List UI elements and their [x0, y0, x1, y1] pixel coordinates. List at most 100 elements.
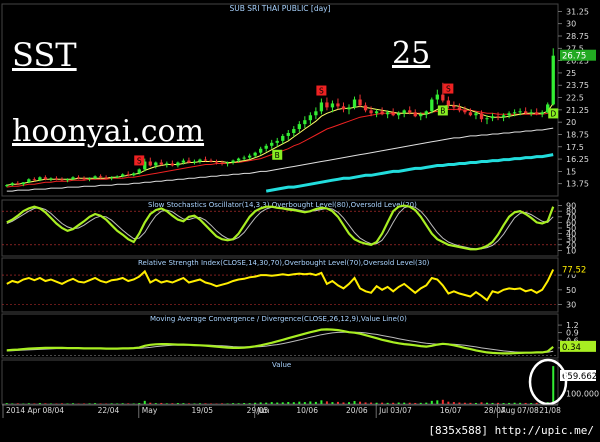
signal-marker-label: D [550, 109, 556, 118]
value-bar [248, 403, 251, 404]
candle-body [485, 118, 489, 120]
candle-body [187, 160, 191, 163]
candle-body [60, 179, 64, 181]
price-axis-tick-label: 13.75 [566, 180, 589, 189]
image-host-credit: [835x588] http://upic.me/ [428, 424, 594, 437]
price-axis-tick-label: 30 [566, 20, 576, 29]
macd-title: Moving Average Convergence / Divergence(… [150, 315, 407, 323]
price-axis-tick-label: 25 [566, 69, 576, 78]
value-bar [60, 403, 63, 404]
price-axis-tick-label: 16.25 [566, 155, 589, 164]
value-bar [193, 403, 196, 404]
x-axis-tick-label: 20/06 [346, 406, 368, 415]
candle-body [402, 110, 406, 114]
value-bar [99, 403, 102, 404]
x-axis-tick-label: May [142, 406, 158, 415]
value-bar [237, 403, 240, 404]
candle-body [413, 112, 417, 117]
value-bar [414, 402, 417, 404]
value-bar [132, 403, 135, 404]
value-bar [508, 402, 511, 404]
candle-body [220, 162, 224, 164]
candle-body [181, 160, 186, 163]
price-axis-tick-label: 28.75 [566, 32, 589, 41]
candle-body [54, 178, 59, 180]
value-bar [281, 402, 284, 404]
signal-marker-label: S [137, 156, 142, 165]
value-bar [353, 401, 356, 404]
value-bar [232, 403, 235, 404]
value-bar [127, 403, 130, 404]
candle-body [518, 111, 522, 113]
value-bar [320, 400, 323, 404]
value-bar [469, 402, 472, 404]
x-axis-tick-label: 21/08 [539, 406, 561, 415]
candle-body [479, 113, 484, 120]
value-title: Value [272, 361, 291, 369]
candle-body [214, 161, 219, 163]
value-bar [276, 402, 279, 404]
value-bar [5, 403, 8, 404]
x-axis-tick-label: 16/07 [440, 406, 462, 415]
value-bar [149, 402, 152, 404]
candle-body [308, 115, 313, 121]
candle-body [253, 152, 257, 156]
candle-body [5, 185, 9, 187]
candle-body [203, 159, 208, 161]
value-bar [336, 401, 339, 404]
candle-body [435, 94, 439, 100]
price-axis-tick-label: 22.5 [566, 94, 584, 103]
value-bar [138, 403, 141, 404]
candle-body [457, 107, 462, 111]
value-bar [408, 402, 411, 404]
candle-body [452, 105, 456, 108]
candle-body [529, 112, 533, 114]
candle-body [463, 110, 467, 113]
value-bar [519, 402, 522, 404]
x-axis-tick-label: Jun [257, 406, 270, 415]
candle-body [27, 179, 31, 183]
candle-body [397, 113, 401, 116]
stochastic-d-line [6, 205, 554, 250]
x-axis-tick-label: Jul [378, 406, 388, 415]
signal-marker-label: B [440, 106, 445, 115]
stock-chart: SUB SRI THAI PUBLIC [day] 31.253028.7527.… [1, 3, 599, 418]
value-bar [265, 402, 268, 404]
value-bar [49, 403, 52, 404]
price-axis-tick-label: 20 [566, 118, 576, 127]
x-axis-tick-label: 2014 Apr [6, 406, 41, 415]
last-price-label: 26.75 [562, 52, 586, 62]
rsi-title: Relative Strength Index(CLOSE,14,30,70),… [138, 259, 430, 267]
value-bar [463, 402, 466, 404]
candle-body [154, 162, 158, 166]
value-axis-tick-label: 100.000 [566, 389, 599, 398]
value-bar [259, 402, 262, 404]
value-bar [392, 402, 395, 404]
value-bar [83, 403, 86, 404]
candle-body [424, 111, 428, 115]
value-bar [403, 402, 406, 404]
value-bar [33, 403, 36, 404]
price-axis-tick-label: 31.25 [566, 7, 589, 16]
value-bar [243, 403, 246, 404]
candle-body [314, 111, 318, 116]
value-bar [72, 403, 74, 404]
value-bar [436, 400, 439, 404]
value-bar [287, 402, 290, 404]
value-bar [44, 403, 47, 404]
candle-body [10, 183, 14, 186]
chart-title: SUB SRI THAI PUBLIC [day] [229, 4, 330, 13]
value-bar [143, 400, 146, 404]
candle-body [441, 94, 445, 101]
candle-body [247, 155, 252, 158]
value-bar [121, 403, 124, 404]
rsi-line [6, 269, 555, 302]
price-axis-tick-label: 15 [566, 167, 576, 176]
value-bar [381, 402, 384, 404]
highlight-circle [528, 358, 568, 406]
candle-body [126, 174, 130, 176]
candle-body [374, 111, 379, 114]
candle-body [490, 116, 495, 119]
candle-body [165, 163, 169, 165]
candle-body [137, 169, 141, 174]
